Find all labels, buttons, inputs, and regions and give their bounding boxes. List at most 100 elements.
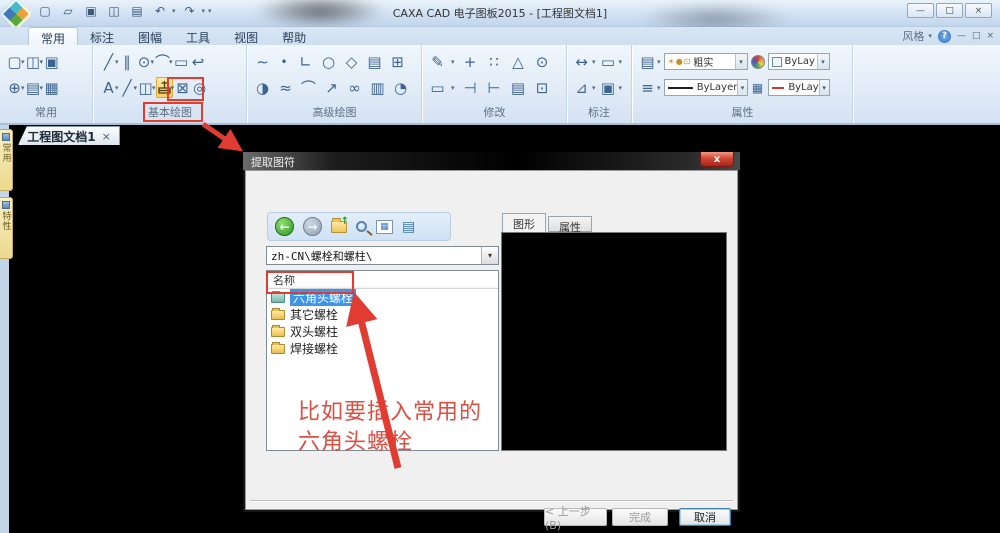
dialog-close-button[interactable]: x [700, 152, 734, 167]
minimize-button[interactable]: — [907, 3, 934, 18]
breakline-tool-icon[interactable]: ⌒ [300, 77, 317, 98]
axis-tool-icon[interactable]: ∟ [297, 51, 314, 72]
trim-tool-icon[interactable]: ⊣ [462, 77, 479, 98]
edit-dim-icon[interactable]: ▣ [600, 77, 617, 98]
leader-dim-icon[interactable]: ▭ [600, 51, 617, 72]
linewidth-dropdown-icon[interactable]: ▾ [818, 80, 829, 95]
refresh-window-icon[interactable]: ▣ [43, 51, 60, 72]
image-icon[interactable]: ▦ [43, 77, 60, 98]
point-tool-icon[interactable]: • [277, 51, 291, 72]
copy-entities-icon[interactable]: ∷ [486, 51, 503, 72]
tab-common[interactable]: 常用 [28, 27, 79, 46]
linewidth-combobox[interactable]: ByLay ▾ [767, 79, 830, 96]
tab-attributes[interactable]: 属性 [548, 216, 592, 234]
style-menu[interactable]: 风格 [902, 28, 924, 44]
tab-tools[interactable]: 工具 [174, 27, 222, 45]
style-dropdown-icon[interactable]: ▾ [928, 32, 932, 40]
table-tool-icon[interactable]: ⊞ [389, 51, 406, 72]
dialog-title-bar[interactable]: 提取图符 x [243, 152, 740, 170]
dropdown-icon[interactable]: ▾ [657, 84, 661, 92]
symbol-manager-icon[interactable]: ▤ [402, 219, 415, 235]
arrow-tool-icon[interactable]: ↗ [323, 77, 340, 98]
scale-tool-icon[interactable]: ⊡ [534, 77, 551, 98]
document-tab[interactable]: 工程图文档1 × [18, 126, 120, 145]
path-combobox[interactable]: zh-CN\螺栓和螺柱\ ▾ [266, 246, 499, 265]
spline-tool-icon[interactable]: ↩ [190, 51, 207, 72]
corner-tool-icon[interactable]: ▤ [510, 77, 527, 98]
dropdown-icon[interactable]: ▾ [592, 84, 596, 92]
grid-tool-icon[interactable]: ⊠ [174, 77, 191, 98]
color-combobox[interactable]: ByLay ▾ [767, 53, 830, 70]
layer-value: 粗实 [693, 58, 714, 69]
region-tool-icon[interactable]: ◔ [392, 77, 409, 98]
coordinate-dim-icon[interactable]: ⊿ [573, 77, 590, 98]
list-item-other-bolt[interactable]: 其它螺栓 [267, 306, 498, 323]
tab-sheet[interactable]: 图幅 [126, 27, 174, 45]
dropdown-icon[interactable]: ▾ [619, 84, 623, 92]
pie-tool-icon[interactable]: ◑ [254, 77, 271, 98]
polygon-tool-icon[interactable]: ◇ [343, 51, 360, 72]
contour-tool-icon[interactable]: ∞ [346, 77, 363, 98]
doc-minimize-button[interactable]: — [957, 31, 966, 41]
previous-step-button[interactable]: < 上一步(B) [544, 505, 607, 532]
tab-graphics[interactable]: 图形 [502, 213, 546, 232]
doc-close-button[interactable]: × [986, 31, 994, 41]
forward-icon[interactable]: → [303, 217, 322, 236]
annotation-text-line1: 比如要插入常用的 [298, 400, 483, 425]
linear-dim-icon[interactable]: ↔ [573, 51, 590, 72]
side-tab-common[interactable]: 常用 [0, 129, 13, 191]
window-controls: — □ × [907, 3, 992, 18]
back-icon[interactable]: ← [275, 217, 294, 236]
mirror-tool-icon[interactable]: △ [510, 51, 527, 72]
tab-view[interactable]: 视图 [222, 27, 270, 45]
linetype-dropdown-icon[interactable]: ▾ [737, 80, 747, 95]
tab-help[interactable]: 帮助 [270, 27, 318, 45]
tab-dimension[interactable]: 标注 [78, 27, 126, 45]
side-tab-properties[interactable]: 特性 [0, 197, 13, 259]
wavyline-tool-icon[interactable]: ≈ [277, 77, 294, 98]
select-tool-icon[interactable]: ▭ [429, 77, 446, 98]
block-tool-icon[interactable]: ▥ [369, 77, 386, 98]
help-icon[interactable]: ? [937, 29, 951, 43]
list-item-hex-bolt[interactable]: 六角头螺栓 [267, 289, 498, 306]
cancel-button[interactable]: 取消 [679, 508, 731, 526]
rotate-tool-icon[interactable]: ⊙ [534, 51, 551, 72]
dropdown-icon[interactable]: ▾ [619, 58, 623, 66]
dropdown-icon[interactable]: ▾ [657, 58, 661, 66]
parallel-line-icon[interactable]: ∥ [119, 51, 136, 72]
move-tool-icon[interactable]: + [462, 51, 479, 72]
linetype-combobox[interactable]: ByLayer ▾ [663, 79, 748, 96]
finish-button[interactable]: 完成 [612, 508, 668, 526]
folder-up-icon[interactable]: ↑ [331, 216, 349, 233]
document-tab-close-icon[interactable]: × [102, 130, 111, 143]
layers-icon[interactable]: ▤ [639, 51, 656, 72]
wave-tool-icon[interactable]: ∼ [254, 51, 271, 72]
color-wheel-icon[interactable] [750, 54, 765, 69]
doc-restore-button[interactable]: □ [972, 31, 981, 41]
layer-dropdown-icon[interactable]: ▾ [734, 54, 747, 69]
title-bar[interactable]: ▢ ▱ ▣ ◫ ▤ ↶ ▾ ↷ ▾ ▾ CAXA CAD 电子图板2015 - … [0, 0, 1000, 36]
dropdown-icon[interactable]: ▾ [451, 58, 455, 66]
wheel-tool-icon[interactable]: ◎ [191, 77, 208, 98]
list-item-stud[interactable]: 双头螺柱 [267, 323, 498, 340]
extend-tool-icon[interactable]: ⊢ [486, 77, 503, 98]
dropdown-icon[interactable]: ▾ [592, 58, 596, 66]
close-button[interactable]: × [965, 3, 992, 18]
rectangle-tool-icon[interactable]: ▭ [173, 51, 190, 72]
profile-tool-icon[interactable]: ▤ [366, 51, 383, 72]
ellipse-tool-icon[interactable]: ○ [320, 51, 337, 72]
view-mode-icon[interactable]: ▦ [376, 219, 393, 234]
list-header[interactable]: 名称 [267, 271, 498, 289]
line-width-icon[interactable]: ≡ [639, 77, 656, 98]
search-icon[interactable] [356, 221, 367, 232]
maximize-button[interactable]: □ [936, 3, 963, 18]
folder-icon [271, 341, 285, 354]
path-dropdown-icon[interactable]: ▾ [481, 247, 498, 264]
hatch-style-icon[interactable]: ▦ [751, 77, 765, 98]
color-dropdown-icon[interactable]: ▾ [816, 54, 829, 69]
dropdown-icon[interactable]: ▾ [451, 84, 455, 92]
layer-combobox[interactable]: ☀●⊡ 粗实 ▾ [663, 53, 748, 70]
list-item-weld-stud[interactable]: 焊接螺栓 [267, 340, 498, 357]
erase-tool-icon[interactable]: ✎ [429, 51, 446, 72]
group-basic-draw: ╱ ▾ ∥ ⊙ ▾ ⌒ ▾ ▭ ↩ A ▾ ╱ ▾ ◫ ▾ ▾ ⊠ ◎ 基本绘图 [94, 45, 247, 123]
